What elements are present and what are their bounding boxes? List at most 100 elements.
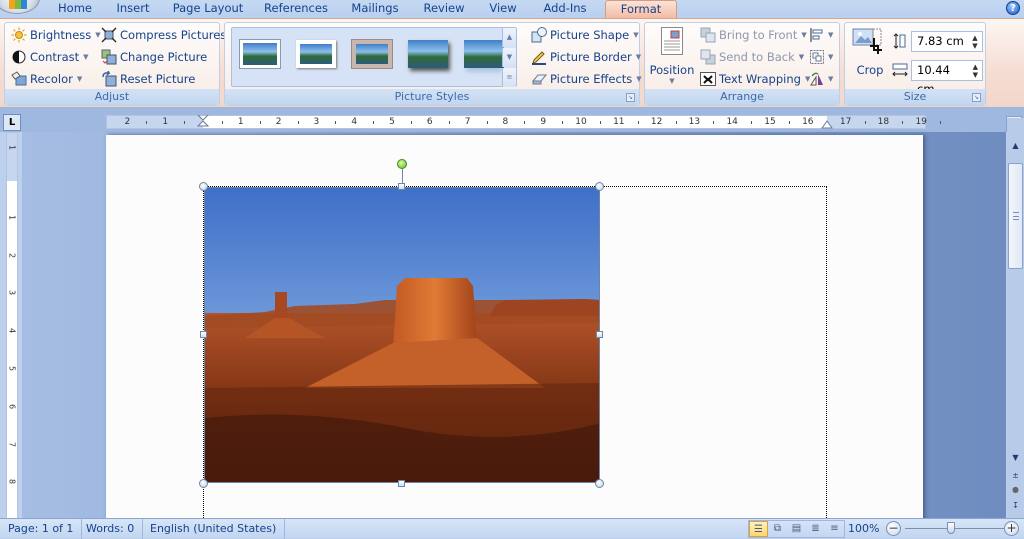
document-page[interactable] (106, 135, 923, 526)
ruler-left-margin (107, 116, 203, 128)
tab-format[interactable]: Format (605, 0, 677, 19)
resize-handle-top[interactable] (398, 183, 405, 190)
scrollbar-thumb[interactable] (1008, 163, 1023, 269)
zoom-out-button[interactable]: − (886, 521, 901, 536)
picture-effects-button[interactable]: Picture Effects ▼ (531, 69, 642, 89)
tab-insert[interactable]: Insert (110, 0, 156, 18)
rotation-handle[interactable] (397, 159, 407, 169)
first-line-indent-marker-icon[interactable] (197, 115, 209, 129)
group-button[interactable]: ▼ (809, 47, 833, 67)
text-wrapping-button[interactable]: Text Wrapping ▼ (700, 69, 810, 89)
brightness-label: Brightness (30, 28, 92, 42)
size-launcher-icon[interactable]: ↘ (972, 93, 981, 102)
reset-picture-button[interactable]: Reset Picture (101, 69, 195, 89)
zoom-level[interactable]: 100% (848, 519, 879, 538)
dropdown-arrow-icon: ▼ (633, 31, 639, 39)
vertical-scrollbar[interactable]: ▲ ▼ ± ● ↧ (1007, 118, 1024, 518)
resize-handle-bottom[interactable] (398, 480, 405, 487)
ruler-label: 1 (162, 117, 169, 127)
dropdown-arrow-icon: ▼ (83, 53, 89, 61)
picture-style-metal-frame[interactable] (352, 40, 392, 68)
recolor-button[interactable]: Recolor ▼ (11, 69, 82, 89)
pencil-icon (531, 49, 547, 65)
ruler-tick (146, 121, 148, 124)
vertical-ruler-label: 8 (7, 479, 17, 485)
picture-style-white-frame[interactable] (296, 40, 336, 68)
view-buttons: ☰ ⧉ ▤ ≣ ≡ (748, 520, 845, 538)
picture-style-reflected[interactable] (464, 40, 504, 68)
language-status[interactable]: English (United States) (142, 519, 286, 539)
status-bar: Page: 1 of 1 Words: 0 English (United St… (0, 518, 1024, 539)
shape-height-icon (893, 33, 907, 52)
web-layout-view-icon[interactable]: ▤ (787, 521, 806, 537)
resize-handle-bottom-right[interactable] (595, 479, 604, 488)
draft-view-icon[interactable]: ≡ (825, 521, 844, 537)
page-count-status[interactable]: Page: 1 of 1 (0, 519, 83, 539)
position-button[interactable]: Position ▼ (647, 25, 695, 87)
next-page-button[interactable]: ↧ (1007, 498, 1024, 514)
gallery-more[interactable]: ≡ (502, 68, 516, 87)
full-screen-reading-view-icon[interactable]: ⧉ (768, 521, 787, 537)
right-indent-marker-icon[interactable] (821, 119, 833, 129)
compress-icon (101, 27, 117, 43)
height-spinner-arrows-icon[interactable]: ▲ ▼ (968, 32, 982, 51)
shape-width-input[interactable]: 10.44 cm ▲▼ (911, 60, 983, 96)
ruler-tick (410, 121, 412, 124)
align-button[interactable]: ▼ (809, 25, 833, 45)
zoom-in-button[interactable]: + (1004, 521, 1019, 536)
resize-handle-right[interactable] (596, 331, 603, 338)
picture-style-drop-shadow[interactable] (408, 40, 448, 68)
tab-mailings[interactable]: Mailings (346, 0, 404, 18)
tab-references[interactable]: References (262, 0, 330, 18)
tab-home[interactable]: Home (52, 0, 98, 18)
vertical-ruler-label: 7 (7, 441, 17, 447)
tab-add-ins[interactable]: Add-Ins (538, 0, 592, 18)
position-label: Position (649, 63, 695, 77)
gallery-scroll-up[interactable]: ▲ (502, 28, 516, 47)
picture-shape-button[interactable]: Picture Shape ▼ (531, 25, 639, 45)
tab-page-layout[interactable]: Page Layout (170, 0, 246, 18)
print-layout-view-icon[interactable]: ☰ (749, 521, 768, 537)
ruler-label: 3 (313, 117, 320, 127)
picture-border-button[interactable]: Picture Border ▼ (531, 47, 641, 67)
text-wrapping-icon (700, 71, 716, 87)
compress-pictures-button[interactable]: Compress Pictures (101, 25, 226, 45)
ruler-label: 2 (275, 117, 282, 127)
rotate-button[interactable]: ▼ (809, 69, 833, 89)
gallery-scroll-down[interactable]: ▼ (502, 48, 516, 67)
office-button[interactable] (0, 0, 40, 14)
selected-picture[interactable] (204, 187, 600, 483)
select-browse-object-button[interactable]: ● (1007, 482, 1024, 498)
scroll-up-button[interactable]: ▲ (1007, 138, 1024, 154)
contrast-button[interactable]: Contrast ▼ (11, 47, 89, 67)
crop-icon (852, 28, 882, 54)
resize-handle-left[interactable] (200, 331, 207, 338)
tab-review[interactable]: Review (420, 0, 468, 18)
word-count-status[interactable]: Words: 0 (78, 519, 144, 539)
brightness-button[interactable]: Brightness ▼ (11, 25, 101, 45)
ruler-tick (562, 121, 564, 124)
horizontal-ruler[interactable]: 2 1 1 2 3 4 5 6 7 8 9 10 11 12 13 14 15 16 17 18 19 (106, 115, 942, 129)
resize-handle-top-left[interactable] (199, 182, 208, 191)
contrast-label: Contrast (30, 50, 80, 64)
picture-style-simple-frame[interactable] (240, 40, 280, 68)
crop-button[interactable]: Crop (848, 25, 888, 83)
vertical-ruler[interactable]: 1 1 2 3 4 5 6 7 8 (6, 132, 18, 520)
scroll-down-button[interactable]: ▼ (1007, 450, 1024, 466)
change-picture-button[interactable]: Change Picture (101, 47, 207, 67)
picture-styles-launcher-icon[interactable]: ↘ (626, 93, 635, 102)
resize-handle-top-right[interactable] (595, 182, 604, 191)
bring-to-front-button[interactable]: Bring to Front ▼ (700, 25, 807, 45)
tab-selector-button[interactable]: L (3, 114, 21, 131)
vertical-ruler-label: 1 (7, 214, 17, 220)
zoom-slider-thumb[interactable] (947, 522, 955, 534)
zoom-slider-track[interactable] (905, 528, 1005, 529)
help-icon[interactable]: ? (1006, 1, 1020, 15)
shape-height-input[interactable]: 7.83 cm ▲ ▼ (911, 31, 983, 52)
resize-handle-bottom-left[interactable] (199, 479, 208, 488)
reset-picture-icon (101, 70, 117, 87)
width-spinner-arrows-icon[interactable]: ▲ ▼ (969, 61, 982, 80)
tab-view[interactable]: View (484, 0, 522, 18)
outline-view-icon[interactable]: ≣ (806, 521, 825, 537)
send-to-back-button[interactable]: Send to Back ▼ (700, 47, 804, 67)
